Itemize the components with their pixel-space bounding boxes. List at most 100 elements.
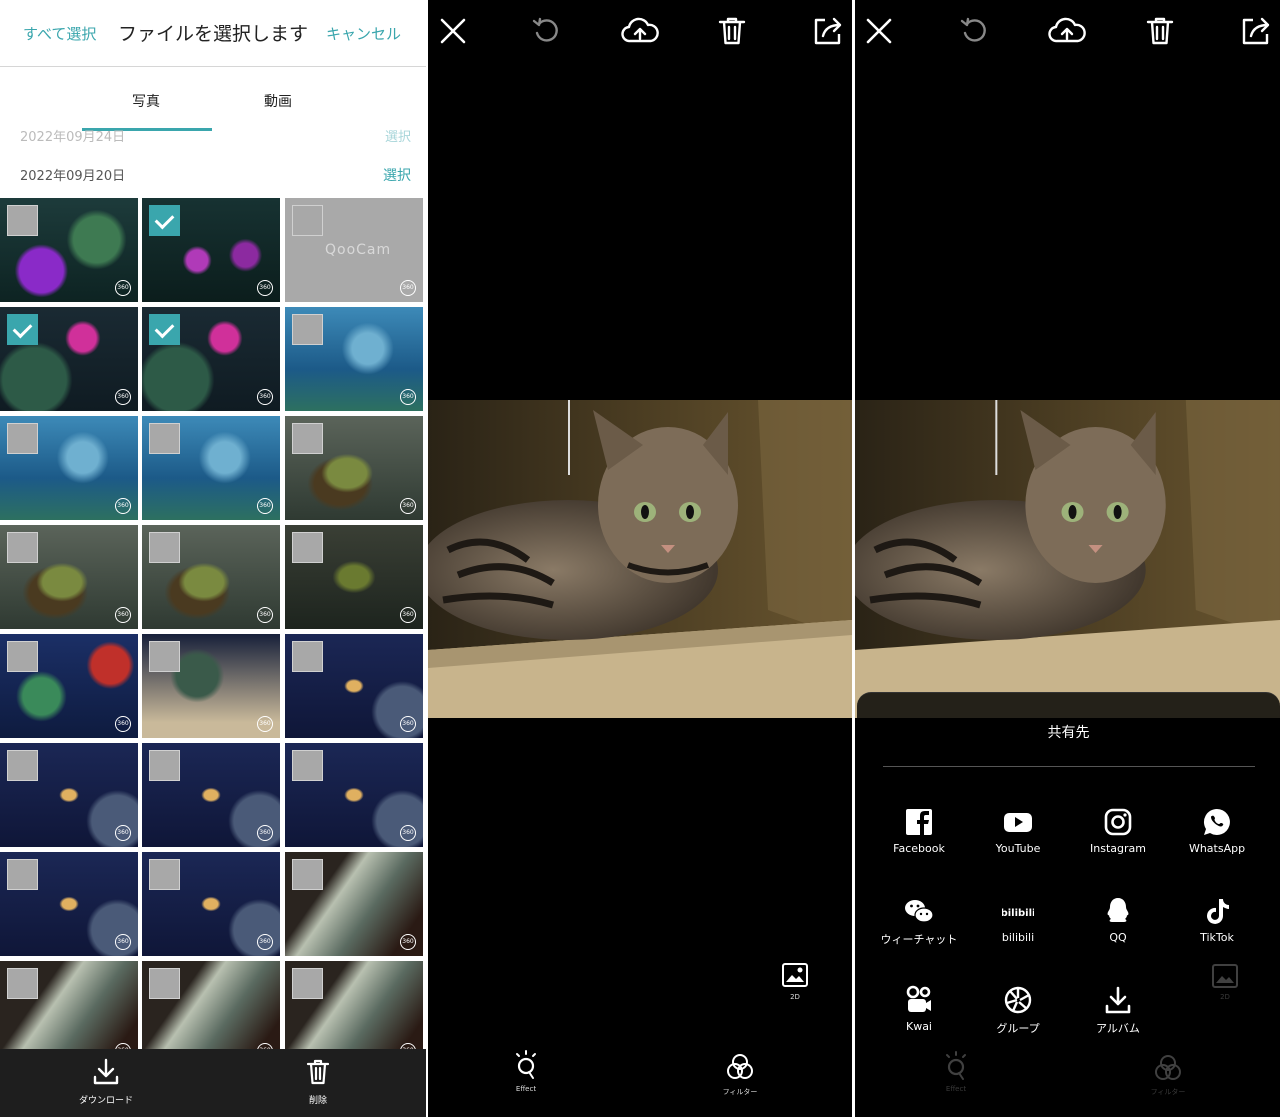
filter-icon (1155, 1055, 1181, 1080)
trash-icon[interactable] (715, 14, 749, 48)
select-checkbox[interactable] (292, 859, 323, 890)
select-checkbox[interactable] (292, 314, 323, 345)
filter-button[interactable]: フィルター (720, 1052, 760, 1097)
cat-image (855, 400, 1280, 718)
select-checkbox[interactable] (7, 205, 38, 236)
select-checkbox[interactable] (149, 641, 180, 672)
360-badge-icon: 360 (115, 389, 131, 405)
360-badge-icon: 360 (257, 607, 273, 623)
photo-thumbnail[interactable]: 360 (0, 307, 138, 411)
cloud-upload-icon[interactable] (1047, 14, 1087, 48)
share-target-label: TikTok (1200, 931, 1234, 944)
close-icon[interactable] (436, 14, 470, 48)
tab-photos[interactable]: 写真 (132, 91, 160, 111)
360-badge-icon: 360 (115, 716, 131, 732)
close-icon[interactable] (862, 14, 896, 48)
photo-thumbnail[interactable]: 360 (285, 743, 423, 847)
select-checkbox[interactable] (292, 205, 323, 236)
select-checkbox[interactable] (7, 859, 38, 890)
select-checkbox[interactable] (292, 968, 323, 999)
photo-thumbnail[interactable]: 360 (285, 416, 423, 520)
select-checkbox[interactable] (7, 532, 38, 563)
select-checkbox[interactable] (7, 423, 38, 454)
share-target-whatsapp[interactable]: WhatsApp (1167, 806, 1267, 855)
share-target-tiktok[interactable]: TikTok (1167, 895, 1267, 944)
select-checkbox[interactable] (292, 532, 323, 563)
photo-thumbnail[interactable]: 360 (142, 198, 280, 302)
photo-thumbnail[interactable]: 360 (142, 416, 280, 520)
select-checkbox[interactable] (292, 641, 323, 672)
tab-videos[interactable]: 動画 (264, 91, 292, 111)
2d-mode-button[interactable]: 2D (780, 962, 810, 1001)
share-target-label: Kwai (905, 1020, 932, 1033)
photo-thumbnail[interactable]: 360 (142, 634, 280, 738)
share-target-label: ウィーチャット (880, 933, 958, 946)
undo-icon[interactable] (529, 14, 563, 48)
360-badge-icon: 360 (257, 716, 273, 732)
photo-thumbnail[interactable]: 360 (142, 525, 280, 629)
share-icon[interactable] (1239, 14, 1273, 48)
photo-thumbnail[interactable]: 360 (0, 525, 138, 629)
download-icon (93, 1058, 119, 1085)
share-target-ウィーチャット[interactable]: ウィーチャット (869, 895, 969, 947)
photo-thumbnail[interactable]: QooCam 360 (285, 198, 423, 302)
select-checkbox[interactable] (292, 750, 323, 781)
cancel-button[interactable]: キャンセル (326, 23, 401, 44)
share-target-アルバム[interactable]: アルバム (1068, 984, 1168, 1036)
wechat-icon (905, 900, 934, 923)
photo-thumbnail[interactable]: 360 (285, 634, 423, 738)
group-select-button[interactable]: 選択 (383, 165, 411, 185)
select-checkbox[interactable] (149, 314, 180, 345)
select-checkbox[interactable] (149, 859, 180, 890)
photo-thumbnail[interactable]: 360 (285, 525, 423, 629)
2d-mode-label: 2D (1220, 993, 1230, 1001)
filter-label: フィルター (1150, 1088, 1186, 1096)
share-target-instagram[interactable]: Instagram (1068, 806, 1168, 855)
photo-thumbnail[interactable]: 360 (142, 852, 280, 956)
cloud-upload-icon[interactable] (620, 14, 660, 48)
photo-thumbnail[interactable]: 360 (0, 198, 138, 302)
share-target-グループ[interactable]: グループ (968, 984, 1068, 1036)
360-badge-icon: 360 (257, 498, 273, 514)
360-badge-icon: 360 (257, 934, 273, 950)
select-checkbox[interactable] (292, 423, 323, 454)
download-button[interactable]: ダウンロード (71, 1057, 141, 1106)
select-checkbox[interactable] (149, 205, 180, 236)
photo-thumbnail[interactable]: 360 (0, 852, 138, 956)
trash-icon[interactable] (1143, 14, 1177, 48)
photo-thumbnail[interactable]: 360 (142, 743, 280, 847)
youtube-icon (1004, 813, 1032, 832)
filter-icon (727, 1054, 753, 1079)
photo-thumbnail[interactable]: 360 (285, 852, 423, 956)
select-checkbox[interactable] (7, 641, 38, 672)
select-checkbox[interactable] (149, 750, 180, 781)
select-checkbox[interactable] (7, 314, 38, 345)
share-icon[interactable] (811, 14, 845, 48)
share-target-kwai[interactable]: Kwai (869, 984, 969, 1033)
share-sheet: 共有先 Facebook YouTube Instagram WhatsApp ウィーチ… (857, 692, 1280, 1117)
header-bar: すべて選択 ファイルを選択します キャンセル (0, 0, 426, 67)
effect-button[interactable]: Effect (511, 1050, 541, 1093)
share-target-youtube[interactable]: YouTube (968, 806, 1068, 855)
360-badge-icon: 360 (400, 498, 416, 514)
photo-thumbnail[interactable]: 360 (0, 743, 138, 847)
select-checkbox[interactable] (149, 532, 180, 563)
share-target-facebook[interactable]: Facebook (869, 806, 969, 855)
photo-thumbnail[interactable]: 360 (285, 307, 423, 411)
undo-icon[interactable] (957, 14, 991, 48)
360-badge-icon: 360 (257, 825, 273, 841)
photo-thumbnail[interactable]: 360 (0, 634, 138, 738)
photo-thumbnail[interactable]: 360 (0, 416, 138, 520)
filter-button: フィルター (1148, 1053, 1188, 1097)
select-checkbox[interactable] (7, 750, 38, 781)
360-badge-icon: 360 (400, 934, 416, 950)
delete-button[interactable]: 削除 (283, 1057, 353, 1106)
photo-thumbnail[interactable]: 360 (142, 307, 280, 411)
select-checkbox[interactable] (149, 423, 180, 454)
select-checkbox[interactable] (7, 968, 38, 999)
group-select-button[interactable]: 選択 (385, 126, 411, 145)
select-checkbox[interactable] (149, 968, 180, 999)
date-header: 2022年09月20日 (20, 169, 126, 184)
share-target-qq[interactable]: QQ (1068, 895, 1168, 944)
share-target-bilibili[interactable]: bilibili bilibili (968, 895, 1068, 944)
